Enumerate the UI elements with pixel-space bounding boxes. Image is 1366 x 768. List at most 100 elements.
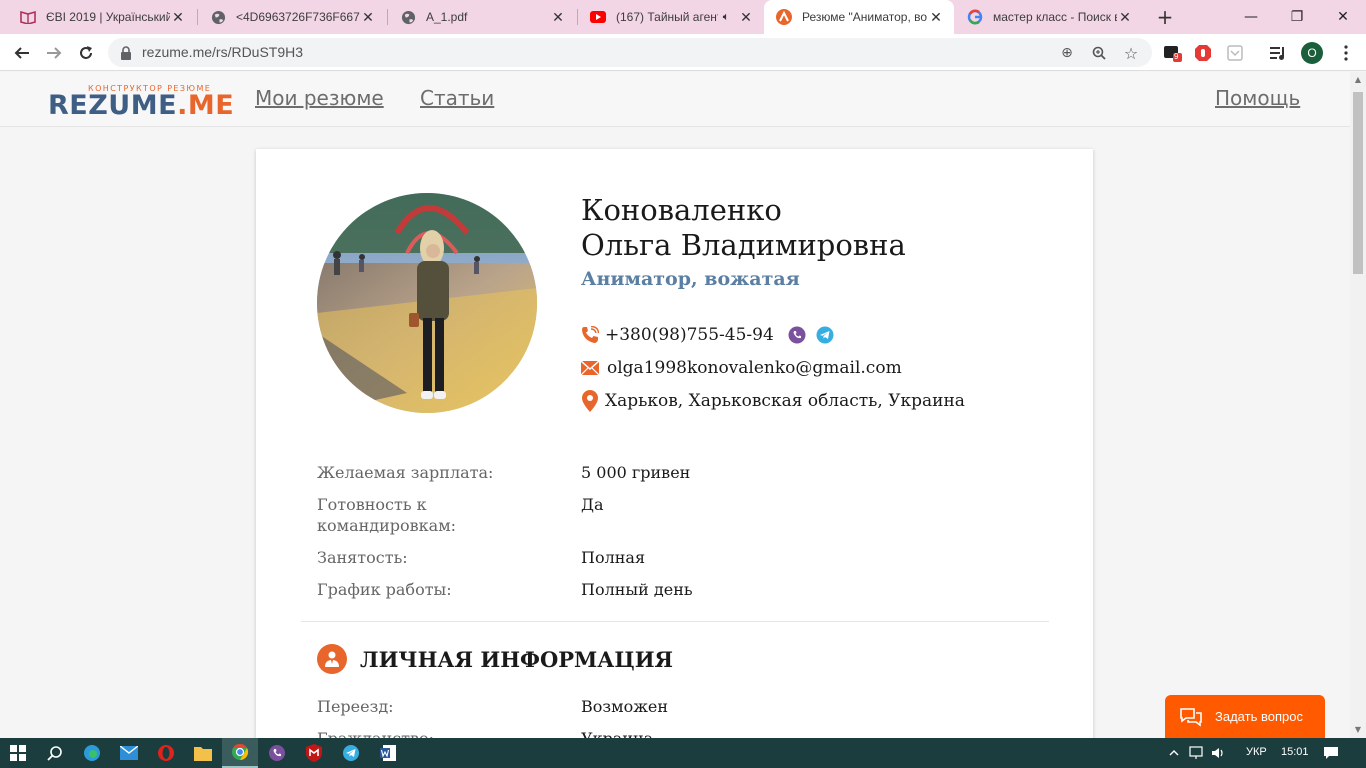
tab-title: (167) Тайный агент <box>616 10 718 24</box>
close-icon[interactable]: ✕ <box>360 9 376 26</box>
star-icon[interactable]: ☆ <box>1122 44 1140 63</box>
url-text[interactable]: rezume.me/rs/RDuST9H3 <box>142 44 303 60</box>
ask-question-button[interactable]: Задать вопрос <box>1165 695 1325 738</box>
close-icon[interactable]: ✕ <box>738 9 754 26</box>
ask-question-label: Задать вопрос <box>1215 709 1303 724</box>
browser-toolbar: rezume.me/rs/RDuST9H3 ⊕ ☆ 9 O <box>0 34 1366 71</box>
mail-icon[interactable] <box>111 738 147 768</box>
network-icon[interactable] <box>1186 738 1206 768</box>
nav-my-resumes[interactable]: Мои резюме <box>255 86 384 110</box>
site-header: КОНСТРУКТОР РЕЗЮМЕ REZUME.ME Мои резюме … <box>0 72 1350 127</box>
globe-icon <box>210 9 226 25</box>
forward-button[interactable] <box>40 39 68 67</box>
notifications-icon[interactable] <box>1316 738 1346 768</box>
google-icon <box>967 9 983 25</box>
candidate-given-names: Ольга Владимировна <box>581 228 906 262</box>
detail-label: Готовность к командировкам: <box>317 495 457 535</box>
close-icon[interactable]: ✕ <box>928 9 944 26</box>
location-text: Харьков, Харьковская область, Украина <box>605 391 965 411</box>
personal-label: Переезд: <box>317 697 394 716</box>
globe-icon <box>400 9 416 25</box>
audio-icon[interactable]: 🔈︎ <box>718 11 734 24</box>
contact-email: olga1998konovalenko@gmail.com <box>581 358 902 378</box>
word-icon[interactable] <box>370 738 406 768</box>
edge-icon[interactable] <box>74 738 110 768</box>
detail-value: Полная <box>581 548 646 567</box>
viber-icon[interactable] <box>788 326 806 344</box>
close-window-icon[interactable]: ✕ <box>1320 0 1366 34</box>
tab-title: <4D6963726F736F6674 <box>236 10 360 24</box>
logo-suffix: .ME <box>177 90 235 121</box>
nav-help[interactable]: Помощь <box>1215 86 1300 110</box>
menu-kebab-icon[interactable] <box>1336 43 1356 63</box>
tab-rezume[interactable]: Резюме "Аниматор, во ✕ <box>764 0 954 34</box>
candidate-name: Коноваленко Ольга Владимировна <box>581 193 906 263</box>
pocket-icon[interactable] <box>1225 43 1245 63</box>
telegram-taskbar-icon[interactable] <box>333 738 369 768</box>
volume-icon[interactable] <box>1208 738 1228 768</box>
mcafee-icon[interactable] <box>296 738 332 768</box>
chrome-icon[interactable] <box>222 738 258 768</box>
rezume-icon <box>776 9 792 25</box>
chevron-up-icon[interactable] <box>1164 738 1184 768</box>
phone-icon <box>581 325 599 345</box>
tab-evi[interactable]: ЄВІ 2019 | Український ✕ <box>8 0 196 34</box>
adblock-icon[interactable] <box>1193 43 1213 63</box>
back-button[interactable] <box>8 39 36 67</box>
chat-bubbles-icon <box>1179 707 1203 727</box>
tab-pdf[interactable]: A_1.pdf ✕ <box>388 0 576 34</box>
phone-number[interactable]: +380(98)755-45-94 <box>605 325 774 345</box>
personal-value: Украина <box>581 728 653 738</box>
page-scrollbar[interactable]: ▲ ▼ <box>1350 72 1366 738</box>
candidate-surname: Коноваленко <box>581 193 782 227</box>
logo-wordmark: REZUME.ME <box>48 90 234 121</box>
reload-icon <box>80 46 92 59</box>
tab-microsoft[interactable]: <4D6963726F736F6674 ✕ <box>198 0 386 34</box>
new-tab-button[interactable]: + <box>1152 4 1178 30</box>
system-clock[interactable]: 15:01 <box>1281 746 1309 758</box>
file-explorer-icon[interactable] <box>185 738 221 768</box>
tab-title: ЄВІ 2019 | Український <box>46 10 170 24</box>
contact-location: Харьков, Харьковская область, Украина <box>581 390 965 412</box>
lock-icon[interactable] <box>120 45 132 64</box>
email-address[interactable]: olga1998konovalenko@gmail.com <box>607 358 902 378</box>
tab-youtube[interactable]: (167) Тайный агент 🔈︎ ✕ <box>578 0 764 34</box>
tab-title: Резюме "Аниматор, во <box>802 10 928 24</box>
section-title-personal: ЛИЧНАЯ ИНФОРМАЦИЯ <box>360 647 674 672</box>
resume-card: Коноваленко Ольга Владимировна Аниматор,… <box>256 149 1093 738</box>
viber-taskbar-icon[interactable] <box>259 738 295 768</box>
desired-position: Аниматор, вожатая <box>581 268 800 290</box>
scroll-up-icon[interactable]: ▲ <box>1350 72 1366 88</box>
section-divider <box>301 621 1049 622</box>
detail-label: График работы: <box>317 580 452 599</box>
tab-title: A_1.pdf <box>426 10 468 24</box>
opera-icon[interactable] <box>148 738 184 768</box>
arrow-right-icon <box>47 47 62 59</box>
scroll-down-icon[interactable]: ▼ <box>1350 722 1366 738</box>
media-control-icon[interactable] <box>1268 43 1288 63</box>
tab-title: мастер класс - Поиск в <box>993 10 1117 24</box>
nav-articles[interactable]: Статьи <box>420 86 494 110</box>
extension-counter-icon[interactable]: 9 <box>1162 43 1182 63</box>
scrollbar-thumb[interactable] <box>1353 92 1363 274</box>
input-language[interactable]: УКР <box>1246 746 1267 758</box>
rezume-logo[interactable]: КОНСТРУКТОР РЕЗЮМЕ REZUME.ME <box>48 84 234 121</box>
start-windows-icon[interactable] <box>0 738 36 768</box>
close-icon[interactable]: ✕ <box>1117 9 1133 26</box>
close-icon[interactable]: ✕ <box>550 9 566 26</box>
close-icon[interactable]: ✕ <box>170 9 186 26</box>
profile-avatar[interactable]: O <box>1301 42 1323 64</box>
reload-button[interactable] <box>72 39 100 67</box>
address-bar[interactable]: rezume.me/rs/RDuST9H3 ⊕ ☆ <box>108 38 1152 67</box>
page-content: Коноваленко Ольга Владимировна Аниматор,… <box>0 127 1350 738</box>
windows-taskbar: УКР 15:01 <box>0 738 1366 768</box>
tab-google[interactable]: мастер класс - Поиск в ✕ <box>955 0 1143 34</box>
add-icon[interactable]: ⊕ <box>1058 44 1076 62</box>
minimize-icon[interactable]: — <box>1228 0 1274 34</box>
telegram-icon[interactable] <box>816 326 834 344</box>
search-icon[interactable] <box>37 738 73 768</box>
zoom-icon[interactable] <box>1090 44 1108 62</box>
restore-icon[interactable]: ❐ <box>1274 0 1320 34</box>
personal-value: Возможен <box>581 697 669 716</box>
extension-badge: 9 <box>1174 52 1179 61</box>
